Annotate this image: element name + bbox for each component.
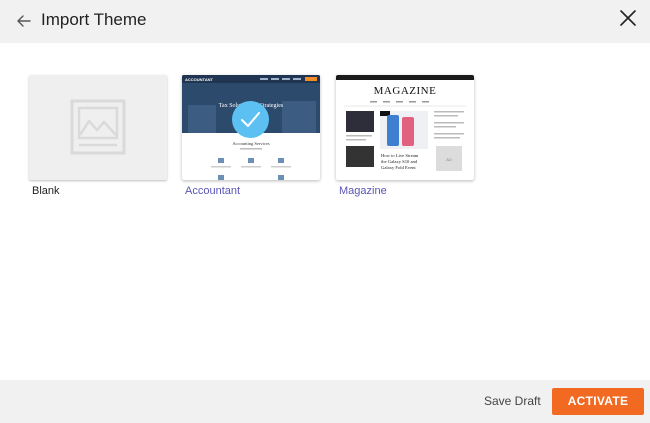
theme-label-magazine[interactable]: Magazine (339, 185, 387, 197)
theme-label-blank: Blank (32, 185, 60, 197)
dialog-title: Import Theme (41, 10, 147, 29)
magazine-ad-label: AD (446, 157, 452, 162)
magazine-headline-2: the Galaxy S10 and (381, 159, 418, 164)
theme-thumbnail-blank[interactable] (29, 75, 167, 180)
magazine-headline-3: Galaxy Fold Event (381, 165, 416, 170)
theme-thumbnail-magazine[interactable]: MAGAZINE How to Live Stream the Galaxy S… (336, 75, 474, 180)
magazine-preview: MAGAZINE How to Live Stream the Galaxy S… (336, 75, 474, 171)
magazine-masthead: MAGAZINE (374, 85, 437, 97)
dialog-header: Import Theme (0, 0, 650, 43)
back-button[interactable] (12, 9, 36, 33)
save-draft-button[interactable]: Save Draft (484, 394, 541, 408)
theme-label-accountant[interactable]: Accountant (185, 185, 240, 197)
magazine-headline-1: How to Live Stream (381, 153, 419, 158)
arrow-left-icon (17, 15, 31, 27)
check-icon (241, 112, 260, 127)
accountant-section-title: Accounting Services (232, 141, 270, 146)
accountant-brand: ACCOUNTANT (185, 77, 213, 82)
close-button[interactable] (616, 6, 640, 30)
close-icon (620, 10, 636, 26)
image-placeholder-icon (70, 99, 126, 155)
theme-thumbnail-accountant[interactable]: ACCOUNTANT Tax Solutions & Strategies Ac… (182, 75, 320, 180)
activate-button[interactable]: ACTIVATE (552, 388, 644, 415)
selected-check-badge (232, 101, 269, 138)
